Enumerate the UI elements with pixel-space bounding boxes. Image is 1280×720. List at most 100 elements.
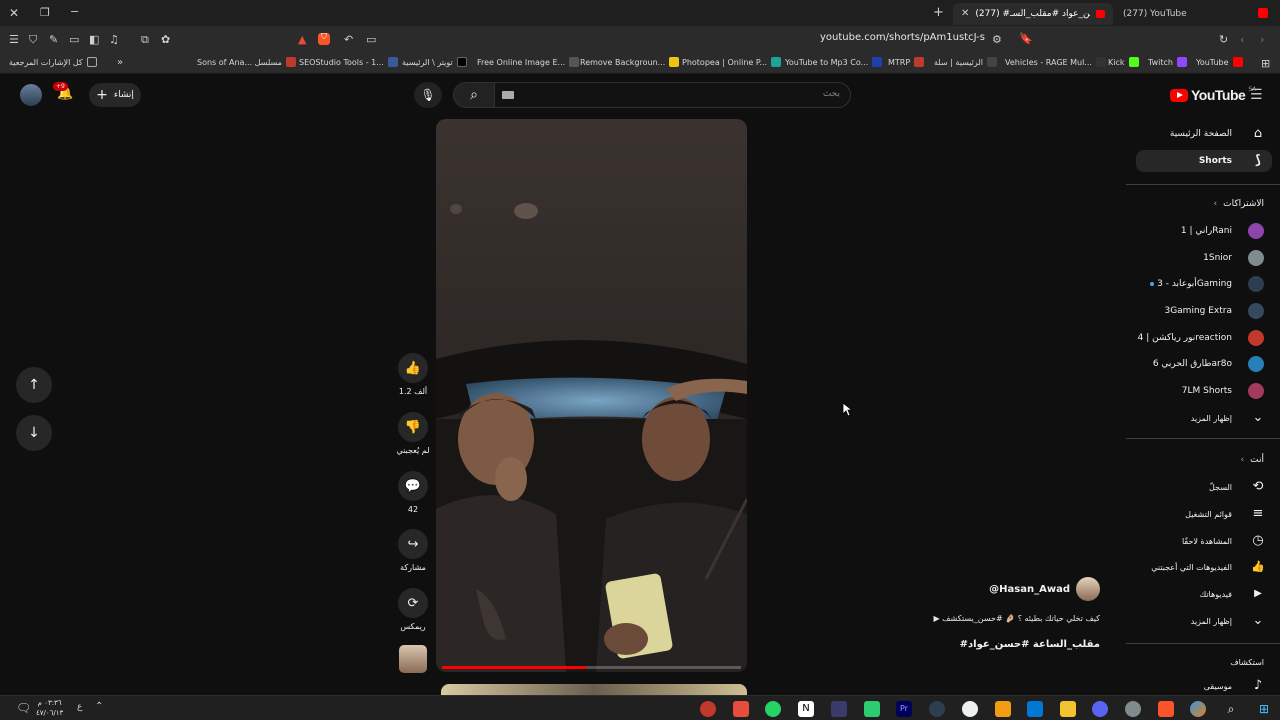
youtube-logo[interactable]: YouTube SA: [1170, 86, 1256, 103]
sound-thumbnail[interactable]: [399, 645, 427, 673]
input-language[interactable]: ع: [77, 703, 82, 712]
tab-youtube-short[interactable]: ✕ (277) #حسن_عواد #مقلب_السـ: [953, 3, 1113, 25]
bookmark-item[interactable]: MTRP: [888, 57, 925, 67]
site-settings-icon[interactable]: ⚙: [992, 34, 1002, 45]
short-video-player[interactable]: [436, 119, 747, 672]
bookmark-item[interactable]: Photopea | Online P...: [682, 57, 782, 67]
search-button[interactable]: ⌕: [453, 82, 495, 108]
file-explorer-icon[interactable]: [1060, 701, 1076, 717]
sidebar-subscription[interactable]: راني | 1Rani: [1130, 220, 1280, 242]
close-window-icon[interactable]: ✕: [9, 7, 19, 19]
bookmark-icon[interactable]: 🔖: [1019, 33, 1033, 44]
keyboard-icon[interactable]: [502, 91, 514, 99]
screenshot-icon[interactable]: ⧉: [141, 34, 149, 45]
bookmark-item[interactable]: YouTube: [1196, 57, 1243, 67]
sidebar-show-more[interactable]: إظهار المزيد ⌄: [1130, 407, 1280, 429]
subscriptions-header[interactable]: ‹ الاشتراكات: [1130, 193, 1280, 215]
create-button[interactable]: + إنشاء: [89, 83, 141, 107]
bookmark-all[interactable]: كل الإشارات المرجعية: [9, 57, 97, 67]
sidebar-item-shorts[interactable]: Shorts ⟆: [1136, 150, 1272, 172]
reload-icon[interactable]: ↻: [1219, 34, 1228, 45]
search-box[interactable]: بحث: [493, 82, 851, 108]
taskbar-app-icon[interactable]: [700, 701, 716, 717]
bookmark-item[interactable]: Free Online Image E...: [477, 57, 580, 67]
chevron-up-icon[interactable]: ⌃: [95, 702, 103, 712]
bookmark-item[interactable]: YouTube to Mp3 Co...: [785, 57, 883, 67]
channel-info[interactable]: @Hasan_Awad: [920, 577, 1100, 601]
next-short-preview[interactable]: [441, 684, 747, 695]
minecraft-icon[interactable]: [864, 701, 880, 717]
sidebar-subscription[interactable]: أبوعابد - 3Gaming: [1130, 273, 1280, 295]
address-bar[interactable]: youtube.com/shorts/pAm1ustcJ-s: [720, 32, 985, 48]
tabs-icon[interactable]: ▭: [69, 34, 79, 45]
you-header[interactable]: ‹ أنت: [1130, 449, 1280, 471]
search-input[interactable]: بحث: [823, 89, 840, 99]
sidebar-item-music[interactable]: موسيقى ♪: [1130, 675, 1280, 697]
voice-search-button[interactable]: 🎙: [414, 82, 442, 108]
extensions-icon[interactable]: ✿: [161, 34, 170, 45]
discord-icon[interactable]: [1092, 701, 1108, 717]
sidebar-item-liked-videos[interactable]: الفيديوهات التي أعجبتني 👍: [1130, 556, 1280, 578]
remix-button[interactable]: ⟳: [398, 588, 428, 618]
sidebar-subscription[interactable]: نور رياكشن | 4reaction: [1130, 327, 1280, 349]
brave-shield-icon[interactable]: ⛉: [318, 33, 330, 45]
bookmark-item[interactable]: Sons of Ana... مسلسل: [197, 57, 296, 67]
undo-icon[interactable]: ↶: [344, 34, 353, 45]
sidebar-item-home[interactable]: الصفحة الرئيسية ⌂: [1130, 123, 1280, 145]
search-icon[interactable]: ⌕: [1223, 701, 1239, 717]
dislike-button[interactable]: 👎: [398, 412, 428, 442]
bookmark-item[interactable]: SEOStudio Tools - 1...: [299, 57, 398, 67]
notification-center-icon[interactable]: 🗨: [16, 702, 31, 714]
sidebar-item-playlists[interactable]: قوائم التشغيل ≡: [1130, 503, 1280, 525]
bookmark-item[interactable]: Kick: [1108, 57, 1139, 67]
forward-icon[interactable]: ›: [1260, 34, 1264, 45]
account-avatar[interactable]: [20, 84, 42, 106]
back-icon[interactable]: ‹: [1240, 34, 1244, 45]
start-icon[interactable]: ⊞: [1256, 701, 1272, 717]
copilot-icon[interactable]: [1190, 701, 1206, 717]
system-clock[interactable]: ٠٣:٣٦ م ٤٧/٠٦/١٣: [36, 698, 63, 718]
grid-icon[interactable]: ⊞: [1261, 58, 1270, 69]
whatsapp-icon[interactable]: [765, 701, 781, 717]
sidebar-icon[interactable]: ◧: [89, 34, 99, 45]
obs-icon[interactable]: [962, 701, 978, 717]
next-short-button[interactable]: ↓: [16, 415, 52, 451]
store-icon[interactable]: [1027, 701, 1043, 717]
menu-icon[interactable]: ☰: [9, 34, 19, 45]
pen-icon[interactable]: ✎: [49, 34, 58, 45]
short-hashtags[interactable]: #مقلب_الساعة #حسن_عواد: [850, 639, 1100, 650]
sidebar-item-history[interactable]: السجلّ ⟲: [1130, 476, 1280, 498]
bookmark-item[interactable]: Remove Backgroun...: [580, 57, 680, 67]
bookmark-item[interactable]: تويتر \ الرئيسية: [402, 57, 467, 67]
taskbar-app-icon[interactable]: [831, 701, 847, 717]
premiere-icon[interactable]: Pr: [896, 701, 912, 717]
bookmark-item[interactable]: Twitch: [1148, 57, 1187, 67]
comments-button[interactable]: 💬: [398, 471, 428, 501]
brave-rewards-icon[interactable]: ▲: [298, 34, 306, 45]
video-progress-track[interactable]: [442, 666, 741, 669]
brave-icon[interactable]: [1158, 701, 1174, 717]
like-button[interactable]: 👍: [398, 353, 428, 383]
taskbar-app-icon[interactable]: [733, 701, 749, 717]
new-tab-button[interactable]: +: [933, 6, 944, 19]
cast-icon[interactable]: ▭: [366, 34, 376, 45]
bookmark-item[interactable]: Vehicles - RAGE Mul...: [1005, 57, 1106, 67]
close-tab-icon[interactable]: ✕: [961, 9, 969, 19]
taskbar-app-icon[interactable]: [995, 701, 1011, 717]
notion-icon[interactable]: N: [798, 701, 814, 717]
taskbar-app-icon[interactable]: [929, 701, 945, 717]
music-icon[interactable]: ♫: [109, 34, 119, 45]
notifications-button[interactable]: 🔔 +9: [53, 82, 79, 106]
tab-youtube-home[interactable]: (277) YouTube: [1115, 3, 1255, 25]
sidebar-item-watch-later[interactable]: المشاهدة لاحقًا ◷: [1130, 530, 1280, 552]
sidebar-subscription[interactable]: طارق الحربي 6ar8o: [1130, 353, 1280, 375]
share-button[interactable]: ↪: [398, 529, 428, 559]
sidebar-subscription[interactable]: 7LM Shorts: [1130, 380, 1280, 402]
more-bookmarks-icon[interactable]: »: [117, 58, 123, 68]
sidebar-subscription[interactable]: 1Snior: [1130, 247, 1280, 269]
sidebar-show-more[interactable]: إظهار المزيد ⌄: [1130, 610, 1280, 632]
bookmark-item[interactable]: الرئيسية | سلة: [934, 57, 997, 67]
taskbar-app-icon[interactable]: [1125, 701, 1141, 717]
minimize-window-icon[interactable]: −: [70, 6, 79, 17]
sidebar-subscription[interactable]: 3Gaming Extra: [1130, 300, 1280, 322]
